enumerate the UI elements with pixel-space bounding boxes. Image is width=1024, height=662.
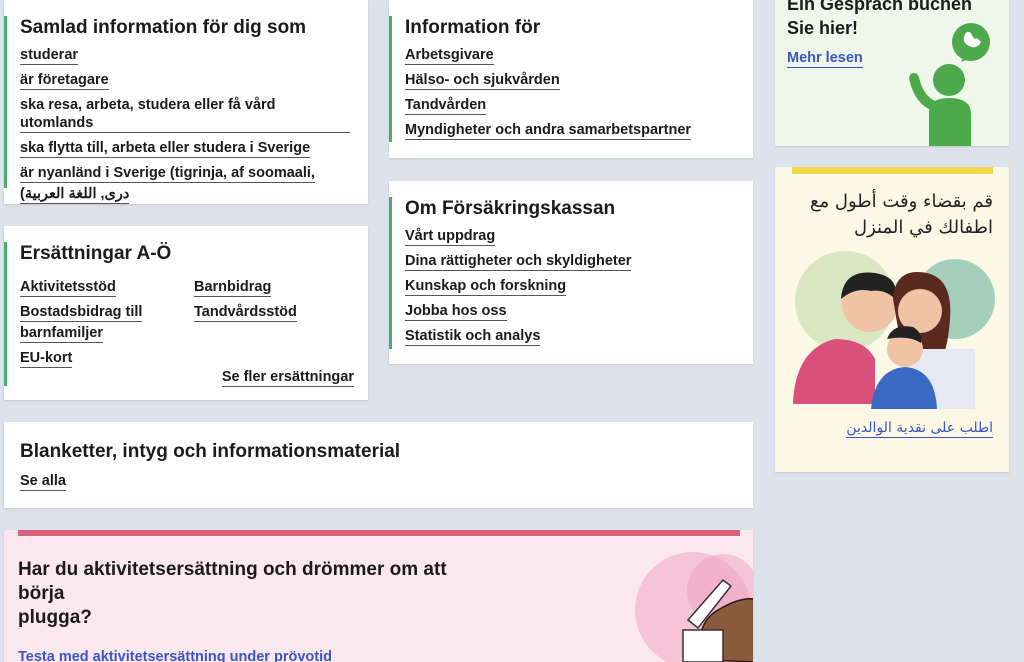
promo-title-line1: Har du aktivitetsersättning och drömmer …	[18, 559, 447, 604]
link-aktivitetsstod[interactable]: Aktivitetsstöd	[20, 278, 116, 297]
samlad-information-card: Samlad information för dig som studerar …	[4, 0, 368, 204]
link-studerar[interactable]: studerar	[20, 46, 79, 65]
link-rattigheter[interactable]: Dina rättigheter och skyldigheter	[405, 252, 632, 271]
link-myndigheter[interactable]: Myndigheter och andra samarbetspartner	[405, 121, 692, 140]
link-tandvardsstod[interactable]: Tandvårdsstöd	[194, 303, 297, 322]
link-statistik-analys[interactable]: Statistik och analys	[405, 327, 541, 346]
ad-arabic-line1: قم بقضاء وقت أطول مع	[809, 191, 993, 212]
se-alla-link[interactable]: Se alla	[20, 472, 66, 491]
om-forsakringskassan-card: Om Försäkringskassan Vårt uppdrag Dina r…	[389, 181, 753, 364]
samlad-content: Samlad information för dig som studerar …	[4, 16, 350, 204]
link-nyanland-languages[interactable]: دری, اللغة العربية)	[20, 185, 130, 204]
info-content: Information för Arbetsgivare Hälso- och …	[389, 16, 735, 142]
link-vart-uppdrag[interactable]: Vårt uppdrag	[405, 227, 496, 246]
promo-title-line2: plugga?	[18, 607, 92, 628]
blanketter-card: Blanketter, intyg och informationsmateri…	[4, 422, 753, 508]
link-utomlands[interactable]: ska resa, arbeta, studera eller få vård …	[20, 96, 350, 133]
link-barnbidrag[interactable]: Barnbidrag	[194, 278, 272, 297]
promo-title: Har du aktivitetsersättning och drömmer …	[18, 558, 488, 630]
aktivitetsersattning-promo: Har du aktivitetsersättning och drömmer …	[4, 530, 753, 662]
blanketter-title: Blanketter, intyg och informationsmateri…	[20, 441, 401, 462]
link-jobba-hos-oss[interactable]: Jobba hos oss	[405, 302, 507, 321]
arabic-parental-ad[interactable]: قم بقضاء وقت أطول مع اطفالك في المنزل اط…	[775, 167, 1009, 472]
link-nyanland[interactable]: är nyanländ i Sverige (tigrinja, af soom…	[20, 164, 315, 183]
link-arbetsgivare[interactable]: Arbetsgivare	[405, 46, 494, 65]
link-flytta-till-sverige[interactable]: ska flytta till, arbeta eller studera i …	[20, 139, 311, 158]
ersattningar-card: Ersättningar A-Ö Aktivitetsstöd Bostadsb…	[4, 226, 368, 400]
link-kunskap-forskning[interactable]: Kunskap och forskning	[405, 277, 567, 296]
se-fler-ersattningar-link[interactable]: Se fler ersättningar	[221, 368, 354, 387]
german-booking-ad[interactable]: Ein Gespräch buchen Sie hier! Mehr lesen	[775, 0, 1009, 146]
link-foretagare[interactable]: är företagare	[20, 71, 109, 90]
mehr-lesen-link[interactable]: Mehr lesen	[787, 49, 863, 68]
ad-arabic-link[interactable]: اطلب على نقدية الوالدين	[846, 419, 993, 438]
ad-arabic-line2: اطفالك في المنزل	[854, 217, 993, 238]
link-eu-kort[interactable]: EU-kort	[20, 349, 73, 368]
promo-link[interactable]: Testa med aktivitetsersättning under prö…	[18, 648, 332, 662]
link-bostadsbidrag-cont[interactable]: barnfamiljer	[20, 324, 103, 343]
ad-arabic-bar	[792, 167, 993, 174]
link-tandvarden[interactable]: Tandvården	[405, 96, 487, 115]
info-title: Information för	[405, 17, 541, 38]
om-title: Om Försäkringskassan	[405, 198, 616, 219]
promo-illustration	[635, 552, 753, 662]
om-content: Om Försäkringskassan Vårt uppdrag Dina r…	[389, 197, 735, 349]
ersattningar-title: Ersättningar A-Ö	[20, 243, 172, 264]
family-illustration	[793, 251, 995, 409]
information-for-card: Information för Arbetsgivare Hälso- och …	[389, 0, 753, 158]
link-bostadsbidrag[interactable]: Bostadsbidrag till	[20, 303, 143, 322]
link-halso-sjukvarden[interactable]: Hälso- och sjukvården	[405, 71, 560, 90]
samlad-title: Samlad information för dig som	[20, 17, 307, 38]
person-waving-icon	[909, 23, 990, 146]
